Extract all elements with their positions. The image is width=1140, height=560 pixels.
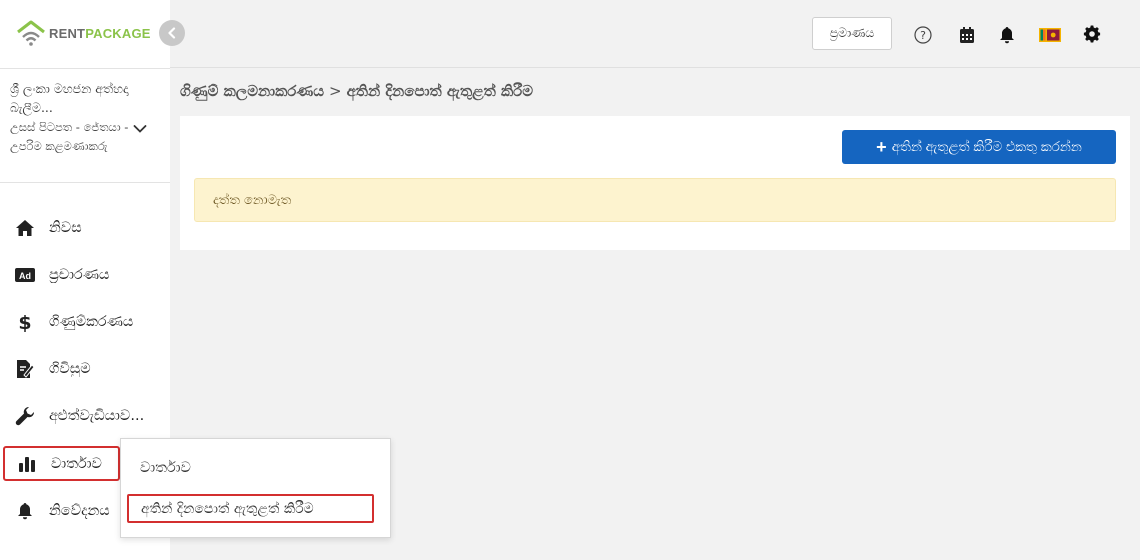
sidebar-item-home[interactable]: නිවස <box>0 208 170 248</box>
add-manual-entry-button[interactable]: + අතින් ඇතුළත් කිරීම එකතු කරන්න <box>842 130 1116 164</box>
top-bar: ප්‍රමාණය ? <box>170 0 1140 68</box>
contract-icon <box>14 358 36 380</box>
logo[interactable]: RENT PACKAGE <box>16 18 151 48</box>
submenu-item-report[interactable]: වාර්තාව <box>127 453 191 483</box>
account-role: උසස් පිටපත - ජේතයා - උපරිම කළමණාකරු <box>10 120 129 153</box>
content-card: + අතින් ඇතුළත් කිරීම එකතු කරන්න දත්ත නොම… <box>180 116 1130 250</box>
sidebar-item-accounting[interactable]: $ ගිණුම්කරණය <box>0 302 170 342</box>
account-switcher[interactable]: ශ්‍රී ලංකා මහජන අත්හදා බැලීම... උසස් පිට… <box>0 68 170 183</box>
breadcrumb: ගිණුම් කලමනාකරණය > අතින් දිනපොත් ඇතුළත් කි… <box>180 82 533 100</box>
breadcrumb-separator: > <box>328 82 342 100</box>
sidebar-item-contract[interactable]: ගිවිසුම <box>0 349 170 389</box>
sidebar-item-label: නිවස <box>49 220 82 236</box>
account-name: ශ්‍රී ලංකා මහජන අත්හදා බැලීම... <box>10 81 129 115</box>
sidebar-item-label: වාර්තාව <box>51 455 102 472</box>
chevron-left-icon <box>166 24 178 43</box>
submenu-item-manual-journal-entry[interactable]: අතින් දිනපොත් ඇතුළත් කිරීම <box>127 494 374 523</box>
bar-chart-icon <box>16 453 38 475</box>
wifi-house-logo-icon <box>16 20 46 46</box>
sidebar-item-label: ගිණුම්කරණය <box>49 314 134 330</box>
sidebar-item-advertising[interactable]: Ad ප්‍රචාරණය <box>0 255 170 295</box>
sidebar-item-maintenance[interactable]: අළුත්වැඩියාව... <box>0 396 170 436</box>
plus-icon: + <box>876 137 887 157</box>
login-button[interactable]: ප්‍රමාණය <box>812 17 892 50</box>
home-icon <box>14 217 36 239</box>
breadcrumb-current: අතින් දිනපොත් ඇතුළත් කිරීම <box>346 82 534 100</box>
sidebar-item-label: නිවේදනය <box>49 503 110 519</box>
svg-text:$: $ <box>18 312 31 332</box>
empty-state-alert: දත්ත නොමැත <box>194 178 1116 222</box>
dollar-icon: $ <box>14 311 36 333</box>
sidebar-item-label: ගිවිසුම <box>49 361 91 377</box>
reports-submenu: වාර්තාව අතින් දිනපොත් ඇතුළත් කිරීම <box>120 438 391 538</box>
collapse-sidebar-button[interactable] <box>159 20 185 46</box>
sidebar-item-label: අළුත්වැඩියාව... <box>49 408 145 424</box>
help-icon[interactable]: ? <box>912 24 934 46</box>
sri-lanka-flag-icon[interactable] <box>1039 24 1061 46</box>
calendar-icon[interactable] <box>956 24 978 46</box>
sidebar-item-label: ප්‍රචාරණය <box>49 267 110 283</box>
chevron-down-icon[interactable] <box>133 119 147 138</box>
logo-text-package: PACKAGE <box>85 25 151 41</box>
svg-text:?: ? <box>920 29 926 42</box>
notification-bell-icon[interactable] <box>996 24 1018 46</box>
logo-text-rent: RENT <box>49 25 86 41</box>
bell-icon <box>14 500 36 522</box>
settings-gear-icon[interactable] <box>1081 23 1103 45</box>
wrench-icon <box>14 405 36 427</box>
breadcrumb-parent[interactable]: ගිණුම් කලමනාකරණය <box>180 82 324 100</box>
ad-icon: Ad <box>14 264 36 286</box>
svg-text:Ad: Ad <box>19 271 31 281</box>
sidebar-item-reports[interactable]: වාර්තාව <box>3 446 120 481</box>
add-button-label: අතින් ඇතුළත් කිරීම එකතු කරන්න <box>891 139 1082 154</box>
